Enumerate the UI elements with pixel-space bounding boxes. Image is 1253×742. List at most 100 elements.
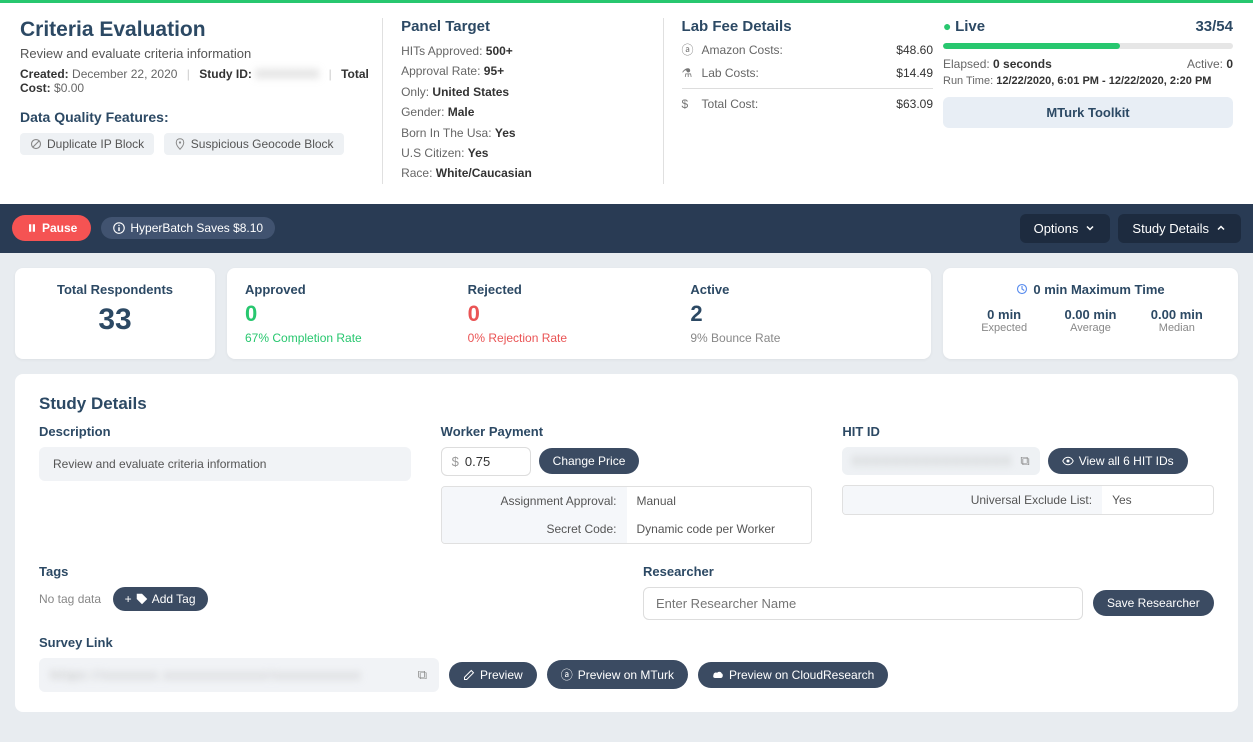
secret-code-value: Dynamic code per Worker (627, 515, 812, 543)
progress-bar (943, 43, 1233, 49)
panel-approval-rate: Approval Rate: 95+ (401, 61, 652, 81)
amazon-icon: ⓐ (561, 666, 573, 683)
survey-link-box: https://xxxxxxx.xxxxxxxxxxxxx/xxxxxxxxxx… (39, 658, 439, 692)
chevron-down-icon (1084, 222, 1096, 234)
fee-lab: ⚗ Lab Costs:$14.49 (682, 66, 933, 80)
description-value: Review and evaluate criteria information (39, 447, 411, 481)
eye-icon (1062, 455, 1074, 467)
chip-label: Duplicate IP Block (47, 137, 144, 151)
hyperbatch-label: HyperBatch Saves $8.10 (130, 221, 263, 235)
cloud-icon (712, 669, 724, 681)
active-value: 2 (690, 301, 913, 327)
created-value: December 22, 2020 (72, 67, 177, 81)
researcher-label: Researcher (643, 564, 1214, 579)
researcher-input[interactable] (643, 587, 1083, 620)
tags-label: Tags (39, 564, 603, 579)
payment-input[interactable]: $ 0.75 (441, 447, 531, 476)
flask-icon: ⚗ (682, 66, 702, 80)
data-quality-label: Data Quality Features: (20, 109, 372, 125)
active-label: Active: (1187, 57, 1223, 71)
panel-born: Born In The Usa: Yes (401, 123, 652, 143)
pause-label: Pause (42, 221, 77, 235)
worker-payment-label: Worker Payment (441, 424, 813, 439)
live-dot-icon: ● (943, 18, 951, 34)
live-label: Live (955, 18, 985, 35)
payment-value: 0.75 (465, 454, 490, 469)
uel-label: Universal Exclude List: (843, 486, 1102, 514)
assignment-approval-value: Manual (627, 487, 812, 515)
elapsed-value: 0 seconds (993, 57, 1052, 71)
panel-gender: Gender: Male (401, 102, 652, 122)
block-icon (30, 138, 42, 150)
approved-sub: 67% Completion Rate (245, 331, 468, 345)
average-value: 0.00 min (1047, 307, 1133, 322)
approved-label: Approved (245, 282, 468, 297)
action-bar: Pause HyperBatch Saves $8.10 Options Stu… (0, 204, 1253, 253)
elapsed-label: Elapsed: (943, 57, 990, 71)
hit-id-value: XXXXXXXXXXXXXXXX (852, 454, 1012, 468)
survey-link-value: https://xxxxxxx.xxxxxxxxxxxxx/xxxxxxxxxx… (51, 668, 362, 682)
panel-citizen: U.S Citizen: Yes (401, 143, 652, 163)
median-label: Median (1134, 322, 1220, 334)
preview-mturk-button[interactable]: ⓐ Preview on MTurk (547, 660, 688, 689)
preview-cloud-button[interactable]: Preview on CloudResearch (698, 662, 888, 688)
header-section: Criteria Evaluation Review and evaluate … (0, 3, 1253, 194)
description-label: Description (39, 424, 411, 439)
mturk-toolkit-button[interactable]: MTurk Toolkit (943, 97, 1233, 128)
copy-icon[interactable]: ⧉ (1020, 453, 1029, 469)
payment-details-table: Assignment Approval:Manual Secret Code:D… (441, 486, 813, 544)
average-label: Average (1047, 322, 1133, 334)
preview-mturk-label: Preview on MTurk (578, 668, 674, 682)
view-all-hits-button[interactable]: View all 6 HIT IDs (1048, 448, 1188, 474)
active-value: 0 (1226, 57, 1233, 71)
created-label: Created: (20, 67, 69, 81)
time-heading: 0 min Maximum Time (1033, 282, 1164, 297)
dollar-icon: $ (452, 454, 459, 469)
fee-heading: Lab Fee Details (682, 18, 933, 35)
study-id-label: Study ID: (199, 67, 252, 81)
fee-total: $ Total Cost:$63.09 (682, 88, 933, 111)
study-details-label: Study Details (1132, 221, 1209, 236)
uel-value: Yes (1102, 486, 1213, 514)
study-details-panel: Study Details Description Review and eva… (15, 374, 1238, 712)
save-researcher-button[interactable]: Save Researcher (1093, 590, 1214, 616)
total-respondents-value: 33 (33, 303, 197, 337)
pause-icon (26, 222, 38, 234)
chevron-up-icon (1215, 222, 1227, 234)
rejected-sub: 0% Rejection Rate (468, 331, 691, 345)
clock-icon (1016, 283, 1028, 295)
assignment-approval-label: Assignment Approval: (442, 487, 627, 515)
live-count: 33/54 (1195, 18, 1233, 35)
plus-icon: + (125, 592, 132, 606)
active-label: Active (690, 282, 913, 297)
preview-button[interactable]: Preview (449, 662, 537, 688)
page-subtitle: Review and evaluate criteria information (20, 46, 372, 61)
panel-race: Race: White/Caucasian (401, 163, 652, 183)
add-tag-label: Add Tag (152, 592, 196, 606)
card-time: 0 min Maximum Time 0 minExpected 0.00 mi… (943, 268, 1238, 359)
chip-duplicate-ip: Duplicate IP Block (20, 133, 154, 155)
median-value: 0.00 min (1134, 307, 1220, 322)
copy-icon[interactable]: ⧉ (418, 667, 427, 683)
dollar-icon: $ (682, 97, 702, 111)
change-price-button[interactable]: Change Price (539, 448, 640, 474)
stats-area: Total Respondents 33 Approved 0 67% Comp… (0, 253, 1253, 374)
total-cost-value: $0.00 (54, 81, 84, 95)
panel-hits-approved: HITs Approved: 500+ (401, 41, 652, 61)
pause-button[interactable]: Pause (12, 215, 91, 241)
expected-value: 0 min (961, 307, 1047, 322)
view-hits-label: View all 6 HIT IDs (1079, 454, 1174, 468)
chip-label: Suspicious Geocode Block (191, 137, 334, 151)
card-stats: Approved 0 67% Completion Rate Rejected … (227, 268, 931, 359)
preview-label: Preview (480, 668, 523, 682)
runtime-label: Run Time: (943, 75, 993, 87)
total-respondents-label: Total Respondents (33, 282, 197, 297)
expected-label: Expected (961, 322, 1047, 334)
info-icon (113, 222, 125, 234)
add-tag-button[interactable]: + Add Tag (113, 587, 208, 611)
study-id-value: XXXXXXXX (255, 67, 319, 81)
location-icon (174, 138, 186, 150)
amazon-icon: ⓐ (682, 41, 702, 58)
options-dropdown[interactable]: Options (1020, 214, 1111, 243)
study-details-dropdown[interactable]: Study Details (1118, 214, 1241, 243)
